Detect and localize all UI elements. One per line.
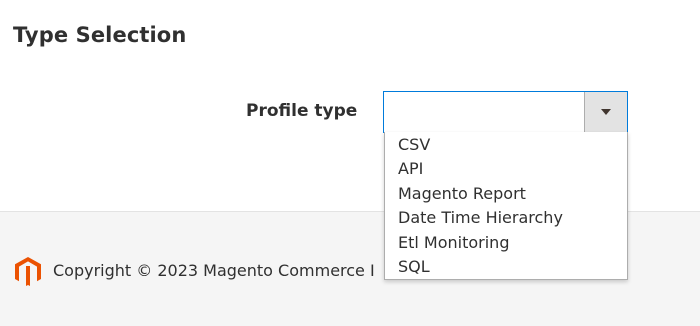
profile-type-label: Profile type xyxy=(246,101,358,121)
option-sql[interactable]: SQL xyxy=(385,255,627,279)
option-date-time-hierarchy[interactable]: Date Time Hierarchy xyxy=(385,206,627,230)
option-csv[interactable]: CSV xyxy=(385,133,627,157)
footer-copyright: Copyright © 2023 Magento Commerce I xyxy=(53,261,375,280)
option-etl-monitoring[interactable]: Etl Monitoring xyxy=(385,231,627,255)
option-api[interactable]: API xyxy=(385,157,627,181)
option-magento-report[interactable]: Magento Report xyxy=(385,182,627,206)
profile-type-options-list: CSV API Magento Report Date Time Hierarc… xyxy=(384,132,628,280)
profile-type-toggle-button[interactable] xyxy=(584,92,627,132)
caret-down-icon xyxy=(601,109,611,115)
section-title: Type Selection xyxy=(13,23,187,47)
magento-logo-icon xyxy=(15,257,41,286)
profile-type-select[interactable] xyxy=(383,91,628,133)
